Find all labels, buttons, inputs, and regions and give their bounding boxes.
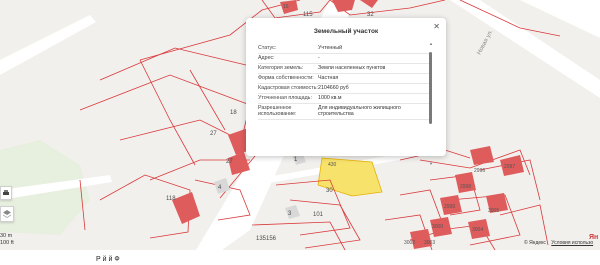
parcel-label: 27 [210,131,217,137]
info-value: Для индивидуального жилищного строительс… [318,105,401,117]
terms-link[interactable]: Условия использо [551,240,593,246]
map-root[interactable]: 115 16 32 18 27 27 4 118 3 30 101 1 1351… [0,0,600,265]
info-row: Уточненная площадь: 1000 кв.м [258,94,430,104]
info-value: 1000 кв.м [318,95,342,101]
info-key: Кадастровая стоимость: [258,85,318,91]
info-row: Кадастровая стоимость: 2104660 руб [258,84,430,94]
parcel-label: 2997 [504,164,515,170]
parcel-label: 18 [230,110,237,116]
copyright-text: © Яндекс [524,240,546,246]
info-key: Уточненная площадь: [258,95,312,101]
info-value: Учтенный [318,45,343,51]
popup-scrollbar[interactable] [429,52,432,124]
parcel-label: 101 [313,212,324,218]
parcel-info-popup: Земельный участок ✕ Статус: Учтенный Адр… [246,18,446,166]
info-value: 2104660 руб [318,85,349,91]
info-row: Категория земель: Земли населенных пункт… [258,64,430,74]
info-key: Категория земель: [258,65,304,71]
parcel-label: 2996 [474,168,485,174]
parcel-label: 3004 [472,227,483,233]
info-key: Форма собственности: [258,75,314,81]
info-row: Форма собственности: Частная [258,74,430,84]
parcel-label: 3000 [432,224,443,230]
parcel-label: 3005 [488,208,499,214]
layers-icon [3,210,11,218]
map-attribution: © Яндекс Условия использо [524,240,593,246]
parcel-label: 3002 [404,240,415,246]
info-row: Разрешенное использование: Для индивидуа… [258,104,430,120]
info-row: Адрес: - [258,54,430,64]
info-value: Частная [318,75,339,81]
parcel-label: 430 [328,162,337,168]
info-row: Статус: Учтенный [258,44,430,54]
parcel-label: 135156 [256,236,277,242]
parcel-label: 118 [166,196,176,202]
parcel-label: 2998 [460,184,471,190]
popup-body[interactable]: Статус: Учтенный Адрес: - Категория земе… [258,44,430,150]
popup-title: Земельный участок [313,28,379,35]
map-scale: 30 m 100 ft [0,233,14,247]
info-value: - [318,55,320,61]
parcel-label: 2999 [444,204,455,210]
info-key: Разрешенное использование: [258,105,297,117]
printer-icon [3,190,9,195]
info-value: Земли населенных пунктов [318,65,386,71]
scale-meters: 30 m [0,233,13,239]
scale-feet: 100 ft [0,240,14,246]
parcel-label: 30 [326,188,333,194]
parcel-label: 16 [283,4,289,10]
scroll-up-icon[interactable]: ▲ [429,41,433,46]
bottom-strip: Р й й Ф [0,250,600,265]
printer-icon[interactable] [0,186,12,200]
info-key: Адрес: [258,55,275,61]
info-key: Статус: [258,45,277,51]
close-icon[interactable]: ✕ [433,22,440,31]
layers-icon[interactable] [0,206,14,222]
scroll-down-icon[interactable]: ▼ [429,161,433,166]
bottom-text: Р й й Ф [96,256,120,263]
parcel-label: 27 [226,159,233,165]
parcel-label: 3003 [424,240,435,246]
